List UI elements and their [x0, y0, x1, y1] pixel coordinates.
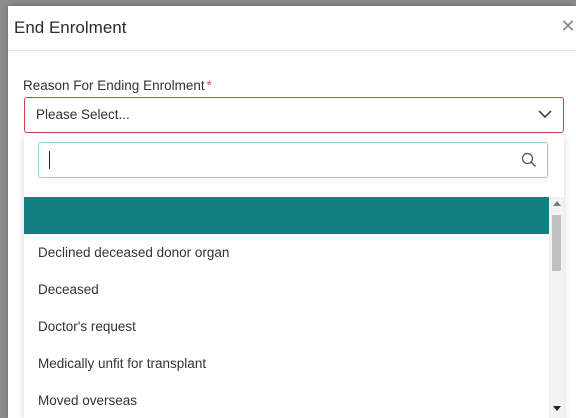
list-item[interactable]: Deceased [24, 271, 549, 308]
dropdown-search-input[interactable] [47, 147, 511, 173]
dropdown-options-list: Declined deceased donor organ Deceased D… [24, 197, 549, 418]
dropdown-search[interactable] [38, 142, 548, 178]
scrollbar-thumb[interactable] [552, 215, 561, 271]
modal-header: End Enrolment ✕ [8, 6, 576, 51]
list-item[interactable]: Moved overseas [24, 382, 549, 418]
scroll-up-icon[interactable] [553, 201, 561, 206]
list-item[interactable]: Declined deceased donor organ [24, 234, 549, 271]
reason-select-value: Please Select... [36, 107, 130, 122]
close-icon[interactable]: ✕ [560, 16, 576, 36]
reason-label-text: Reason For Ending Enrolment [23, 78, 205, 93]
dropdown-scrollbar[interactable] [549, 197, 564, 418]
reason-select[interactable]: Please Select... [24, 97, 564, 133]
scroll-down-icon[interactable] [553, 406, 561, 411]
modal-title: End Enrolment [14, 18, 127, 37]
list-item[interactable]: Doctor's request [24, 308, 549, 345]
required-marker: * [206, 78, 212, 93]
reason-field-label: Reason For Ending Enrolment * [23, 78, 212, 93]
text-caret [49, 151, 50, 169]
end-enrolment-modal: End Enrolment ✕ Reason For Ending Enrolm… [8, 6, 576, 418]
list-item[interactable]: Medically unfit for transplant [24, 345, 549, 382]
list-item[interactable] [24, 197, 549, 234]
search-icon [521, 152, 536, 167]
chevron-down-icon [538, 110, 552, 119]
reason-dropdown-panel: Declined deceased donor organ Deceased D… [24, 135, 564, 418]
